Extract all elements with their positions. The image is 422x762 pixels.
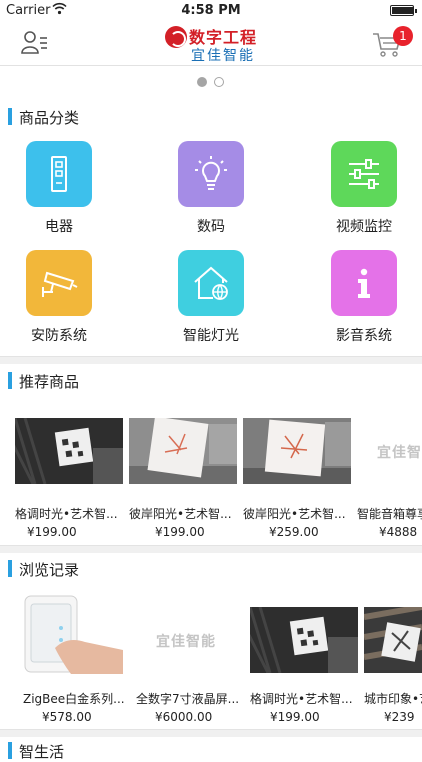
category-smart-lighting[interactable]: 智能灯光	[161, 250, 261, 345]
product-price: ¥6000.00	[155, 710, 213, 724]
category-security[interactable]: 安防系统	[9, 250, 109, 345]
battery-icon	[390, 5, 417, 16]
section-title-text: 推荐商品	[19, 373, 80, 391]
pager-dot[interactable]	[214, 77, 224, 87]
camera-icon[interactable]	[26, 250, 92, 316]
clock: 4:58 PM	[181, 3, 241, 18]
product-image[interactable]	[15, 418, 123, 484]
history-card[interactable]: ZigBee白金系列... ¥578.00	[15, 592, 125, 724]
history-card[interactable]: 格调时光•艺术智... ¥199.00	[250, 607, 358, 724]
product-name: 彼岸阳光•艺术智...	[243, 507, 346, 521]
section-title-text: 商品分类	[19, 109, 80, 127]
product-image[interactable]	[129, 418, 237, 484]
section-accent-bar	[8, 560, 12, 577]
bulb-icon[interactable]	[178, 141, 244, 207]
product-image[interactable]	[15, 592, 123, 674]
category-label: 电器	[45, 219, 73, 235]
product-price: ¥259.00	[269, 525, 319, 539]
product-price: ¥239	[384, 710, 415, 724]
section-title-text: 智生活	[19, 743, 65, 761]
pager-dot-active[interactable]	[197, 77, 207, 87]
product-name: 智能音箱尊享	[357, 507, 422, 521]
product-name: 格调时光•艺术智...	[250, 692, 353, 706]
product-card[interactable]: 彼岸阳光•艺术智... ¥259.00	[243, 418, 351, 539]
section-title-text: 浏览记录	[19, 561, 80, 579]
category-label: 视频监控	[336, 219, 392, 235]
brand-logo: 数字工程 宜佳智能	[165, 24, 261, 64]
product-image[interactable]	[364, 607, 422, 673]
section-accent-bar	[8, 108, 12, 125]
logo-mark-icon	[165, 26, 187, 48]
section-accent-bar	[8, 372, 12, 389]
cart-count-badge: 1	[393, 26, 413, 46]
banner-pager[interactable]	[0, 77, 422, 89]
history-card[interactable]: 宜佳智能 全数字7寸液晶屏... ¥6000.00	[130, 592, 239, 724]
section-divider	[0, 729, 422, 737]
product-name: 彼岸阳光•艺术智...	[129, 507, 232, 521]
product-price: ¥199.00	[155, 525, 205, 539]
product-image-placeholder[interactable]: 宜佳智能	[130, 592, 238, 674]
product-name: ZigBee白金系列...	[23, 692, 125, 706]
product-name: 城市印象•艺	[364, 692, 422, 706]
app-header: 数字工程 宜佳智能 1	[0, 20, 422, 66]
sliders-icon[interactable]	[331, 141, 397, 207]
product-card[interactable]: 彼岸阳光•艺术智... ¥199.00	[129, 418, 237, 539]
appliance-icon[interactable]	[26, 141, 92, 207]
smart-home-icon[interactable]	[178, 250, 244, 316]
product-price: ¥578.00	[42, 710, 92, 724]
category-av-system[interactable]: 影音系统	[314, 250, 414, 345]
category-label: 安防系统	[31, 328, 87, 344]
history-card[interactable]: 城市印象•艺 ¥239	[364, 607, 422, 724]
status-bar: Carrier 4:58 PM	[0, 0, 422, 20]
product-card[interactable]: 格调时光•艺术智... ¥199.00	[15, 418, 123, 539]
info-icon[interactable]	[331, 250, 397, 316]
product-card[interactable]: 宜佳智 智能音箱尊享 ¥4888	[357, 418, 422, 539]
product-name: 格调时光•艺术智...	[15, 507, 118, 521]
placeholder-logo-text: 宜佳智能	[156, 634, 216, 650]
user-menu-icon[interactable]	[20, 28, 48, 58]
logo-subtitle: 宜佳智能	[191, 48, 255, 64]
placeholder-logo-text: 宜佳智	[377, 445, 422, 461]
product-image[interactable]	[243, 418, 351, 484]
product-image[interactable]	[250, 607, 358, 673]
section-divider	[0, 356, 422, 364]
category-appliance[interactable]: 电器	[9, 141, 109, 236]
section-divider	[0, 545, 422, 553]
category-label: 数码	[197, 219, 225, 235]
category-label: 智能灯光	[183, 328, 239, 344]
product-price: ¥199.00	[27, 525, 77, 539]
category-label: 影音系统	[336, 328, 392, 344]
section-accent-bar	[8, 742, 12, 759]
category-digital[interactable]: 数码	[161, 141, 261, 236]
product-price: ¥199.00	[270, 710, 320, 724]
product-price: ¥4888	[379, 525, 418, 539]
category-video-monitoring[interactable]: 视频监控	[314, 141, 414, 236]
product-name: 全数字7寸液晶屏...	[136, 692, 240, 706]
product-image-placeholder[interactable]: 宜佳智	[357, 418, 422, 484]
